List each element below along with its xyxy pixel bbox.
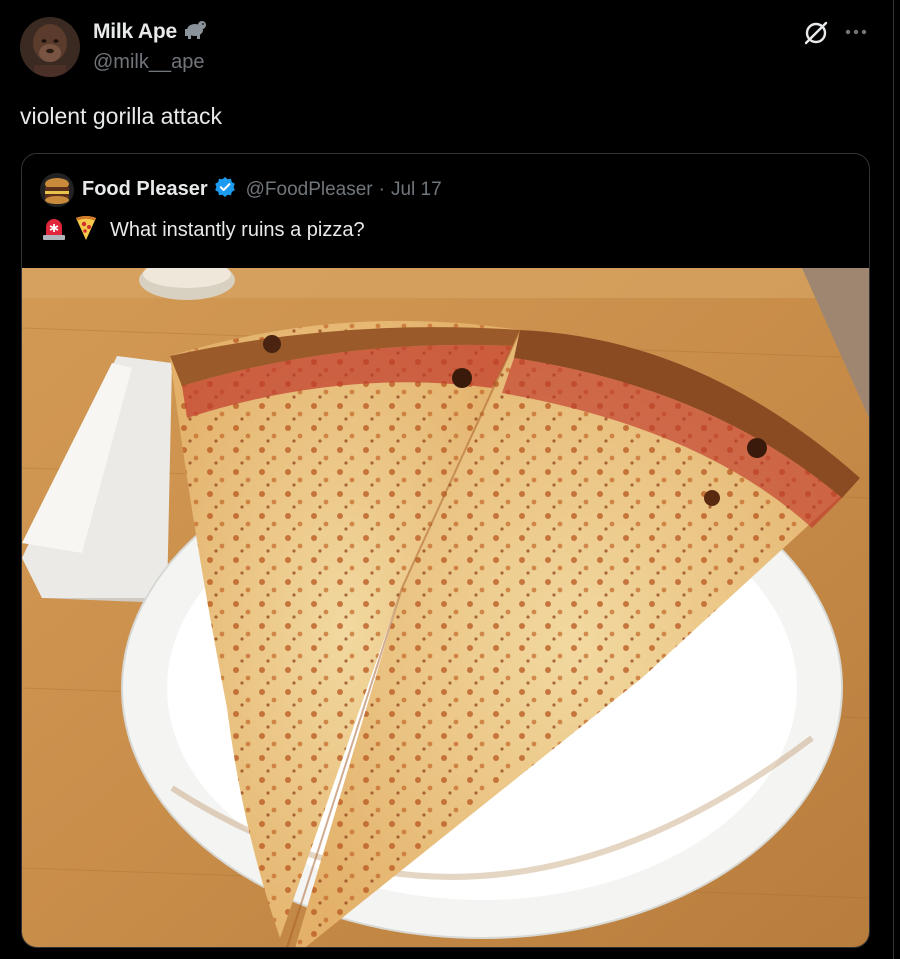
- verified-badge-icon: [214, 176, 236, 203]
- tweet-text: violent gorilla attack: [20, 103, 222, 129]
- author-name-row[interactable]: Milk Ape: [93, 19, 207, 44]
- pizza-emoji-icon: [74, 215, 98, 246]
- quoted-tweet-text: What instantly ruins a pizza?: [110, 219, 365, 241]
- grok-icon[interactable]: [803, 20, 829, 46]
- quoted-author-handle[interactable]: @FoodPleaser: [246, 179, 373, 201]
- quoted-author-display-name[interactable]: Food Pleaser: [82, 178, 208, 201]
- more-icon[interactable]: [843, 22, 869, 42]
- quoted-tweet-date[interactable]: Jul 17: [391, 179, 442, 201]
- meta-separator: ·: [378, 178, 385, 200]
- quoted-author-avatar[interactable]: [40, 173, 74, 207]
- quoted-tweet-photo[interactable]: [22, 260, 869, 947]
- quoted-tweet-body: What instantly ruins a pizza?: [40, 215, 365, 246]
- author-display-name[interactable]: Milk Ape: [93, 20, 177, 44]
- author-handle[interactable]: @milk__ape: [93, 51, 204, 74]
- author-avatar[interactable]: [20, 17, 80, 77]
- quoted-tweet-card[interactable]: Food Pleaser @FoodPleaser · Jul 17 What …: [21, 153, 870, 948]
- column-divider: [893, 0, 894, 959]
- siren-emoji-icon: [40, 215, 68, 246]
- quoted-author-row[interactable]: Food Pleaser @FoodPleaser · Jul 17: [82, 176, 442, 203]
- gorilla-emoji-icon: [183, 19, 207, 44]
